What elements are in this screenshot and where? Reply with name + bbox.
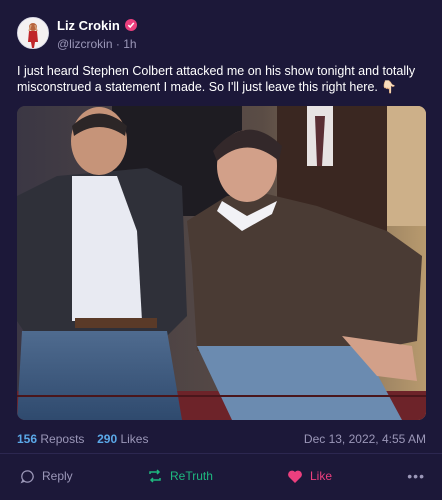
separator: · <box>115 37 120 51</box>
reply-button[interactable]: Reply <box>19 463 73 489</box>
reply-label: Reply <box>42 469 73 483</box>
likes-count[interactable]: 290 <box>97 432 117 446</box>
post-time[interactable]: 1h <box>123 37 136 51</box>
like-button[interactable]: Like <box>287 463 332 489</box>
retruth-label: ReTruth <box>170 469 213 483</box>
post-author: Liz Crokin @lizcrokin · 1h <box>57 17 137 51</box>
retruth-button[interactable]: ReTruth <box>147 463 213 489</box>
like-label: Like <box>310 469 333 483</box>
heart-icon <box>287 468 303 484</box>
author-handle[interactable]: @lizcrokin <box>57 37 113 51</box>
post-photo[interactable] <box>17 106 426 420</box>
author-name[interactable]: Liz Crokin <box>57 18 120 33</box>
avatar[interactable] <box>17 17 49 49</box>
divider <box>0 453 442 454</box>
action-bar: Reply ReTruth Like ••• <box>0 463 442 489</box>
reply-icon <box>19 468 35 484</box>
avatar-image <box>18 18 48 48</box>
reposts-label[interactable]: Reposts <box>40 432 84 446</box>
post-stats: 156 Reposts 290 Likes Dec 13, 2022, 4:55… <box>17 432 426 448</box>
likes-label[interactable]: Likes <box>120 432 148 446</box>
more-options-button[interactable]: ••• <box>407 463 425 489</box>
photo-image <box>17 106 426 420</box>
reposts-count[interactable]: 156 <box>17 432 37 446</box>
post-date: Dec 13, 2022, 4:55 AM <box>303 432 426 446</box>
post-text: I just heard Stephen Colbert attacked me… <box>17 64 416 94</box>
retruth-icon <box>147 468 163 484</box>
post-card: Liz Crokin @lizcrokin · 1h I just heard … <box>0 0 442 500</box>
verified-badge-icon <box>124 19 137 31</box>
